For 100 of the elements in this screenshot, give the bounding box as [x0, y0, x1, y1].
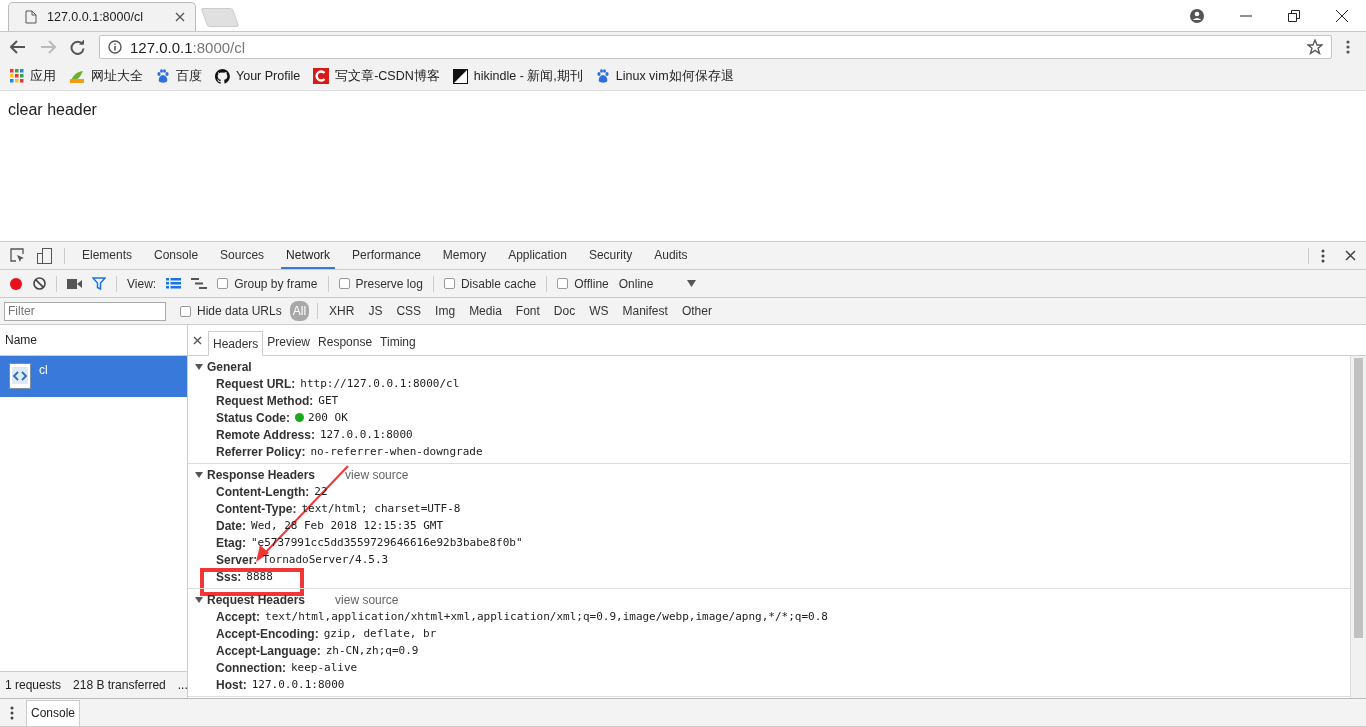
header-name: Content-Length: [216, 484, 310, 499]
info-icon [108, 40, 122, 54]
type-filter-button[interactable]: Other [678, 301, 715, 321]
header-name: Request Method: [216, 393, 314, 408]
bookmark-label: 百度 [176, 67, 202, 85]
bookmark-item[interactable]: 应用 [10, 67, 56, 85]
page-icon [25, 10, 37, 24]
restore-icon[interactable] [1288, 9, 1300, 22]
type-filter-button[interactable]: Img [432, 301, 459, 321]
bookmark-item[interactable]: 百度 [156, 67, 202, 85]
header-name: Server: [216, 552, 258, 567]
header-name: Content-Type: [216, 501, 297, 516]
devtools-tab[interactable]: Application [503, 242, 572, 269]
type-filter-button[interactable]: Manifest [619, 301, 671, 321]
detail-tab[interactable]: Timing [376, 330, 420, 355]
devtools-tab[interactable]: Sources [215, 242, 270, 269]
back-icon[interactable] [10, 40, 26, 54]
option-checkbox[interactable]: Offline [557, 276, 609, 291]
devtools-tab[interactable]: Console [149, 242, 204, 269]
bookmark-label: 写文章-CSDN博客 [335, 67, 440, 85]
clear-icon[interactable] [33, 277, 46, 290]
type-filter-button[interactable]: XHR [326, 301, 358, 321]
header-value: 127.0.0.1:8000 [319, 428, 413, 441]
header-name: Status Code: [216, 410, 290, 425]
address-bar[interactable]: 127.0.0.1:8000/cl [99, 35, 1332, 59]
option-checkbox[interactable]: Disable cache [443, 276, 537, 291]
triangle-icon [195, 362, 203, 371]
detail-tab[interactable]: Headers [208, 331, 264, 356]
url-text: 127.0.0.1:8000/cl [130, 38, 246, 56]
scrollbar[interactable] [1350, 356, 1366, 698]
console-tab[interactable]: Console [26, 700, 81, 726]
header-name: Accept: [216, 609, 260, 624]
detail-tab[interactable]: Preview [263, 330, 315, 355]
header-name: Request URL: [216, 376, 296, 391]
type-filter-button[interactable]: JS [365, 301, 386, 321]
record-icon[interactable] [9, 276, 23, 291]
close-icon[interactable] [1336, 9, 1348, 22]
header-name: Host: [216, 677, 247, 692]
header-value: 127.0.0.1:8000 [251, 678, 345, 691]
devtools-tab[interactable]: Performance [347, 242, 426, 269]
header-name: Date: [216, 518, 246, 533]
reload-icon[interactable] [70, 39, 85, 55]
device-icon[interactable] [37, 247, 52, 264]
filter-icon[interactable] [92, 277, 106, 290]
page-text: clear header [8, 101, 97, 118]
devtools-tab[interactable]: Memory [437, 242, 492, 269]
view-label: View: [127, 276, 157, 291]
header-name: Sss: [216, 569, 242, 584]
header-name: Accept-Language: [216, 643, 321, 658]
option-checkbox[interactable]: Preserve log [338, 276, 423, 291]
close-icon[interactable] [1345, 250, 1356, 261]
devtools-tab[interactable]: Elements [77, 242, 138, 269]
request-row[interactable]: cl [0, 356, 187, 397]
more-icon[interactable] [10, 705, 14, 720]
type-filter-button[interactable]: Media [466, 301, 505, 321]
camera-icon[interactable] [67, 278, 82, 289]
header-value: keep-alive [291, 661, 358, 674]
close-icon[interactable] [175, 12, 185, 22]
section-header[interactable]: Response Headers [195, 467, 316, 482]
browser-tab[interactable]: 127.0.0.1:8000/cl [8, 2, 196, 31]
bookmark-item[interactable]: 网址大全 [69, 67, 143, 85]
summary-text: ... [177, 678, 188, 692]
close-icon[interactable] [193, 335, 202, 345]
summary-text: 1 requests [5, 678, 62, 692]
option-checkbox[interactable]: Group by frame [217, 276, 318, 291]
type-filter-button[interactable]: CSS [393, 301, 425, 321]
section-header[interactable]: General [195, 359, 252, 374]
section-header[interactable]: Request Headers [195, 592, 306, 607]
view-source-link[interactable]: view source [345, 467, 409, 482]
view-source-link[interactable]: view source [335, 592, 399, 607]
square-icon [452, 68, 468, 84]
devtools-tab[interactable]: Security [583, 242, 638, 269]
list-view-icon[interactable] [166, 278, 182, 289]
throttle-select[interactable]: Online [618, 276, 697, 291]
type-filter-button[interactable]: Doc [550, 301, 579, 321]
bookmark-label: Your Profile [236, 69, 301, 83]
bookmark-label: 网址大全 [91, 67, 143, 85]
leaf-icon [69, 69, 85, 83]
filter-field[interactable]: Filter [4, 301, 166, 321]
detail-tab[interactable]: Response [314, 330, 377, 355]
type-filter-button[interactable]: Font [512, 301, 543, 321]
header-value: TornadoServer/4.5.3 [262, 553, 389, 566]
inspect-icon[interactable] [10, 248, 25, 263]
c-logo-icon [313, 68, 330, 84]
header-name: Etag: [216, 535, 246, 550]
devtools-tab[interactable]: Audits [649, 242, 693, 269]
profile-icon[interactable] [1190, 8, 1204, 23]
type-filter-button[interactable]: WS [586, 301, 612, 321]
bookmark-item[interactable]: hikindle - 新闻,期刊 [452, 67, 583, 85]
bookmark-item[interactable]: 写文章-CSDN博客 [313, 67, 440, 85]
bookmark-item[interactable]: Your Profile [215, 68, 301, 84]
more-icon[interactable] [1321, 248, 1325, 263]
waterfall-icon[interactable] [191, 278, 208, 289]
paw-icon [595, 69, 610, 83]
triangle-icon [195, 595, 203, 604]
star-icon[interactable] [1307, 39, 1323, 55]
menu-icon[interactable] [1346, 40, 1350, 54]
header-value: GET [318, 394, 339, 407]
header-value: text/html,application/xhtml+xml,application/xml;q=0.9,image/webp,image/apng,*/*;q=0.8 [265, 610, 828, 623]
hide-data-urls-checkbox[interactable]: Hide data URLs [180, 304, 282, 318]
